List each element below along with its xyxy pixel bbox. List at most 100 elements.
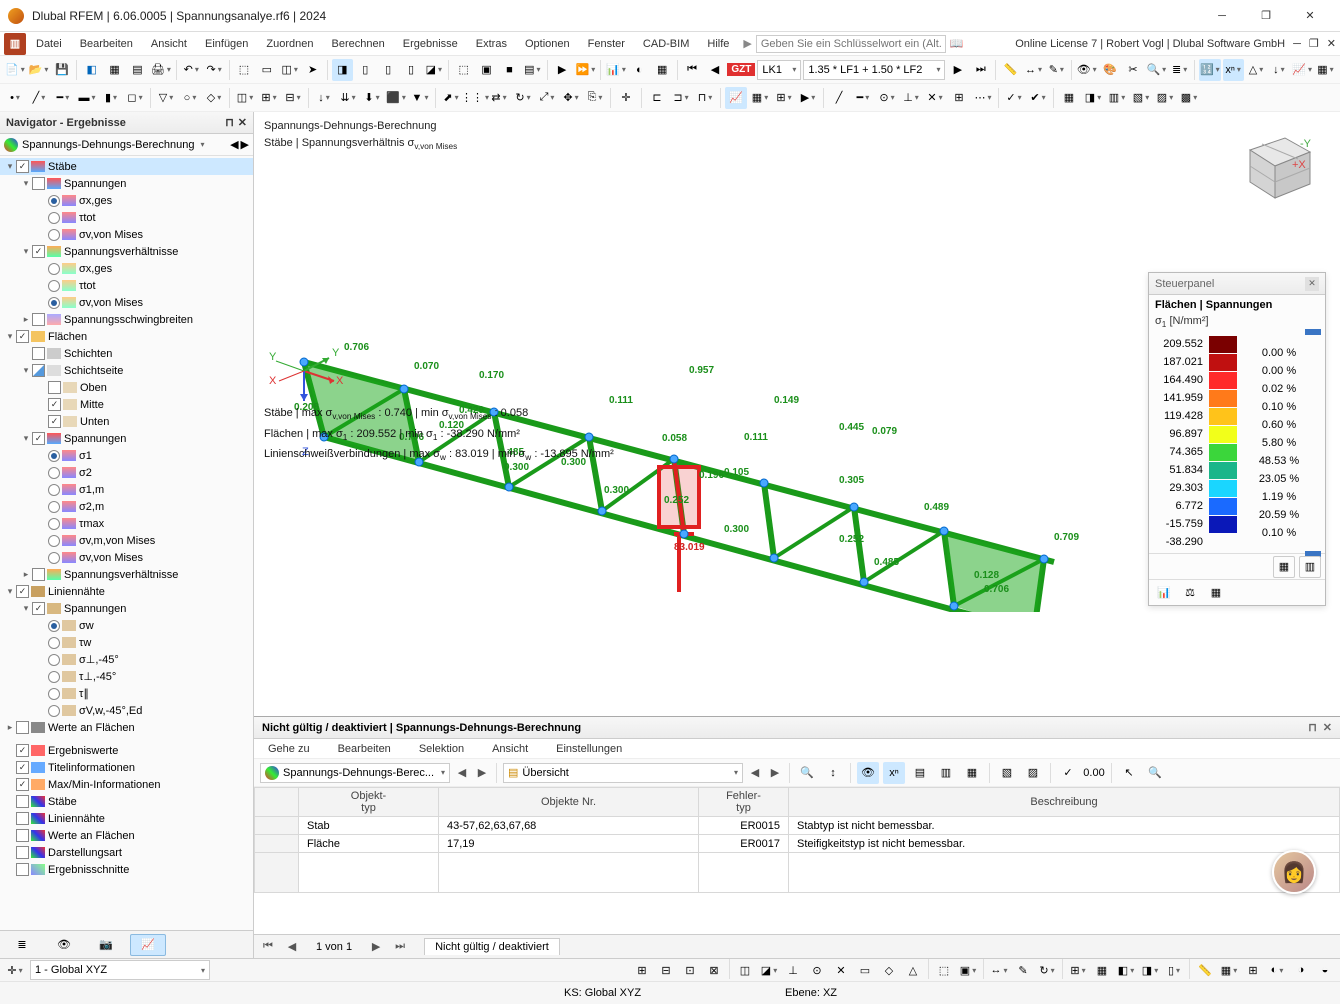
rotate-icon[interactable]: ↻▾ [512, 87, 534, 109]
menu-einfuegen[interactable]: Einfügen [197, 36, 256, 52]
tree-row[interactable]: τmax [0, 515, 253, 532]
snap15-icon[interactable]: ↔▾ [988, 959, 1010, 981]
bp-tool-eye-icon[interactable]: 👁 [857, 762, 879, 784]
bp-menu-view[interactable]: Ansicht [484, 741, 536, 757]
radio[interactable] [48, 229, 60, 241]
viewport[interactable]: Spannungs-Dehnungs-Berechnung Stäbe | Sp… [254, 112, 1340, 958]
snap-line-icon[interactable]: ╱ [828, 87, 850, 109]
support-icon[interactable]: ▽▾ [155, 87, 177, 109]
radio[interactable] [48, 297, 60, 309]
scale-icon[interactable]: ⤢▾ [536, 87, 558, 109]
tree-row[interactable]: Darstellungsart [0, 844, 253, 861]
selection-rect-icon[interactable]: ▭ [256, 59, 277, 81]
result-section-icon[interactable]: ⊞▾ [773, 87, 795, 109]
col-fehler[interactable]: Fehler- typ [699, 788, 789, 817]
colors-icon[interactable]: 🎨 [1100, 59, 1121, 81]
radio[interactable] [48, 518, 60, 530]
open-file-icon[interactable]: 📂▾ [28, 59, 50, 81]
tree-row[interactable]: σ2,m [0, 498, 253, 515]
snap14-icon[interactable]: ▣▾ [957, 959, 979, 981]
app-menu-icon[interactable]: ▥ [4, 33, 26, 55]
table-row[interactable]: Fläche17,19ER0017Steifigkeitstyp ist nic… [255, 835, 1340, 853]
panel-tool-bars-icon[interactable]: ▥ [1299, 556, 1321, 578]
child-restore-icon[interactable]: ❐ [1309, 37, 1319, 50]
navigator-pin-icon[interactable]: ⊓ [225, 116, 234, 129]
menu-cadbim[interactable]: CAD-BIM [635, 36, 697, 52]
snap1-icon[interactable]: ⊞ [631, 959, 653, 981]
selection-mode-icon[interactable]: ◫▾ [279, 59, 300, 81]
snap9-icon[interactable]: ✕ [830, 959, 852, 981]
nav-tab-views[interactable]: 📷 [88, 934, 124, 956]
save-icon[interactable]: 💾 [51, 59, 72, 81]
calc-all-icon[interactable]: ⏩▾ [575, 59, 597, 81]
bp-tool-a-icon[interactable]: ▤ [909, 762, 931, 784]
nav-tab-display[interactable]: 👁 [46, 934, 82, 956]
snap24-icon[interactable]: ▦▾ [1218, 959, 1240, 981]
col-typ[interactable]: Objekt- typ [299, 788, 439, 817]
radio[interactable] [48, 212, 60, 224]
nav-prev-icon[interactable]: ◀ [230, 138, 238, 151]
radio[interactable] [48, 484, 60, 496]
tree-row[interactable]: τtot [0, 277, 253, 294]
tree-row[interactable]: ▾✓Flächen [0, 328, 253, 345]
snap8-icon[interactable]: ⊙ [806, 959, 828, 981]
tree-row[interactable]: Schichten [0, 345, 253, 362]
tree-row[interactable]: Werte an Flächen [0, 827, 253, 844]
menu-ergebnisse[interactable]: Ergebnisse [395, 36, 466, 52]
move-icon[interactable]: ✥▾ [560, 87, 582, 109]
load-solid-icon[interactable]: ▼▾ [409, 87, 431, 109]
tree-row[interactable]: ▾✓Spannungen [0, 430, 253, 447]
extrude-icon[interactable]: ⬈▾ [440, 87, 462, 109]
tree-row[interactable]: ▾Schichtseite [0, 362, 253, 379]
snap18-icon[interactable]: ⊞▾ [1067, 959, 1089, 981]
snap2-icon[interactable]: ⊟ [655, 959, 677, 981]
snap22-icon[interactable]: ▯▾ [1163, 959, 1185, 981]
table-tab[interactable]: Nicht gültig / deaktiviert [424, 938, 560, 955]
snap13-icon[interactable]: ⬚ [933, 959, 955, 981]
navigator-close-icon[interactable]: ✕ [238, 116, 247, 129]
tree-row[interactable]: ▾Spannungen [0, 175, 253, 192]
snap27-icon[interactable]: ◑ [1290, 959, 1312, 981]
solid-icon[interactable]: ▮▾ [100, 87, 122, 109]
menu-bearbeiten[interactable]: Bearbeiten [72, 36, 141, 52]
render-trans-icon[interactable]: ▤▾ [522, 59, 543, 81]
radio[interactable] [48, 654, 60, 666]
checkbox[interactable]: ✓ [16, 778, 29, 791]
calc-icon[interactable]: ▶ [552, 59, 573, 81]
loads-nav-next-icon[interactable]: ▶ [947, 59, 968, 81]
tree-row[interactable]: σ2 [0, 464, 253, 481]
addon3-icon[interactable]: ▥▾ [1106, 87, 1128, 109]
measure-icon[interactable]: 📏 [1000, 59, 1021, 81]
checkbox[interactable]: ✓ [32, 602, 45, 615]
results-color-icon[interactable]: ▦ [652, 59, 673, 81]
bp-analysis-select[interactable]: Spannungs-Dehnungs-Berec...▾ [260, 763, 450, 783]
view-y-icon[interactable]: ▯ [378, 59, 399, 81]
results-toggle-icon[interactable]: ◐ [629, 59, 650, 81]
menu-ansicht[interactable]: Ansicht [143, 36, 195, 52]
checkbox[interactable] [32, 568, 45, 581]
radio[interactable] [48, 671, 60, 683]
render-solid-icon[interactable]: ■ [499, 59, 520, 81]
panel-tab-1-icon[interactable]: 📊 [1153, 582, 1175, 604]
snap-grid-icon[interactable]: ⊞ [948, 87, 970, 109]
loads-nav-prev-icon[interactable]: ◀ [704, 59, 725, 81]
bp-prev2-icon[interactable]: ◀ [747, 765, 763, 781]
col-desc[interactable]: Beschreibung [789, 788, 1340, 817]
child-minimize-icon[interactable]: ─ [1293, 38, 1301, 50]
radio[interactable] [48, 450, 60, 462]
member-icon[interactable]: ━▾ [52, 87, 74, 109]
addon4-icon[interactable]: ▧▾ [1130, 87, 1152, 109]
tree-row[interactable]: ✓Mitte [0, 396, 253, 413]
view-custom-icon[interactable]: ◪▾ [423, 59, 444, 81]
addon2-icon[interactable]: ◨▾ [1082, 87, 1104, 109]
bottom-panel-pin-icon[interactable]: ⊓ [1308, 721, 1317, 734]
radio[interactable] [48, 501, 60, 513]
tree-row[interactable]: τtot [0, 209, 253, 226]
diagram-1-icon[interactable]: ⊏ [646, 87, 668, 109]
checkbox[interactable] [16, 795, 29, 808]
control-panel-close-icon[interactable]: ✕ [1305, 277, 1319, 291]
tree-row[interactable]: σ1,m [0, 481, 253, 498]
snap23-icon[interactable]: 📏 [1194, 959, 1216, 981]
render-hidden-icon[interactable]: ▣ [476, 59, 497, 81]
tree-row[interactable]: ✓Max/Min-Informationen [0, 776, 253, 793]
